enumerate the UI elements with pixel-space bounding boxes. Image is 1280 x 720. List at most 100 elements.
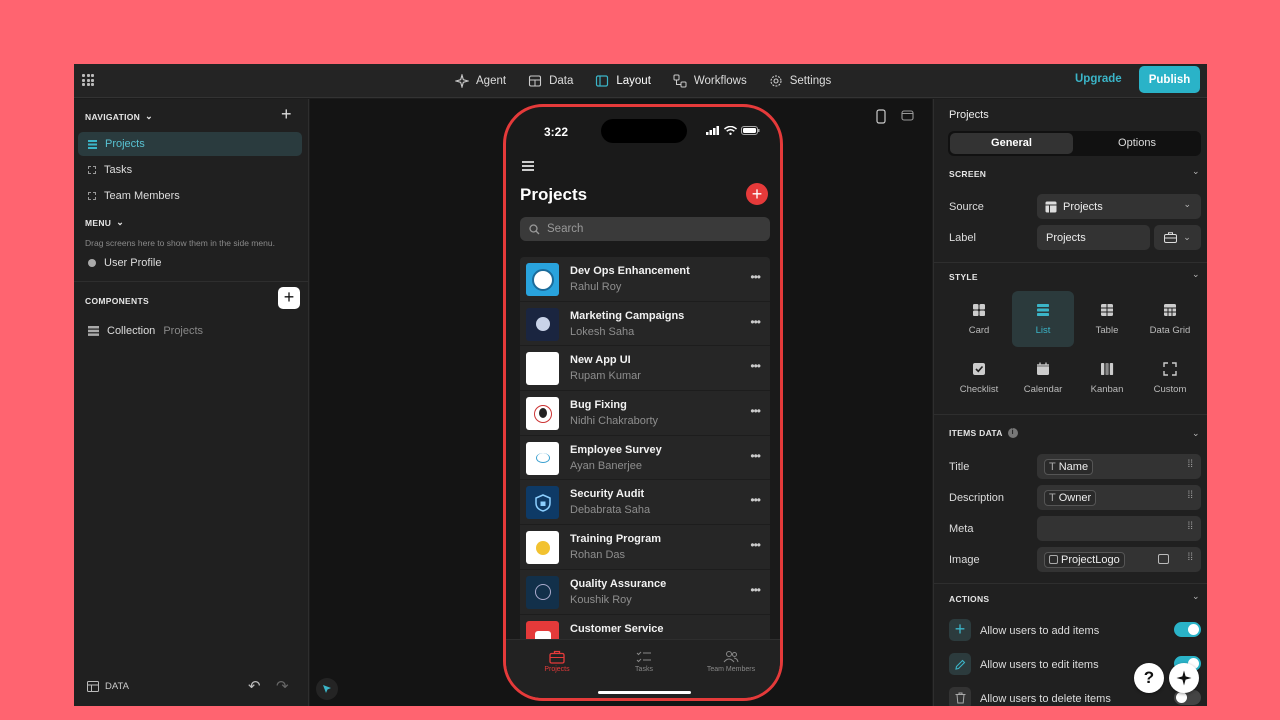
- item-owner: Debabrata Saha: [570, 504, 651, 517]
- nav-item-team-members[interactable]: Team Members: [78, 184, 302, 208]
- list-item[interactable]: Dev Ops Enhancement Rahul Roy •••: [520, 257, 770, 302]
- source-select[interactable]: Projects ⌄: [1037, 194, 1201, 219]
- publish-button[interactable]: Publish: [1139, 66, 1200, 93]
- more-icon[interactable]: •••: [750, 449, 761, 463]
- tab-workflows[interactable]: Workflows: [662, 64, 758, 98]
- help-button[interactable]: ?: [1134, 663, 1164, 693]
- field-chip: T Name: [1044, 458, 1094, 475]
- trash-icon: [955, 692, 965, 704]
- style-kanban[interactable]: Kanban: [1076, 350, 1138, 406]
- component-collection[interactable]: Collection Projects: [78, 319, 302, 343]
- menu-hint: Drag screens here to show them in the si…: [85, 238, 275, 248]
- search-input[interactable]: Search: [520, 217, 770, 241]
- more-icon[interactable]: •••: [750, 315, 761, 329]
- top-bar: Agent Data Layout Workflows Settings Upg…: [74, 64, 1207, 98]
- upgrade-link[interactable]: Upgrade: [1075, 73, 1122, 85]
- mobile-preview-icon[interactable]: [876, 109, 886, 124]
- edit-action-icon: [949, 653, 971, 675]
- style-card[interactable]: Card: [948, 291, 1010, 347]
- nav-item-tasks[interactable]: Tasks: [78, 158, 302, 182]
- project-logo: [526, 263, 559, 296]
- status-time: 3:22: [544, 125, 569, 139]
- users-icon: [723, 651, 739, 663]
- pointer-tool-button[interactable]: [316, 678, 338, 700]
- list-item[interactable]: New App UI Rupam Kumar •••: [520, 346, 770, 392]
- style-checklist[interactable]: Checklist: [948, 350, 1010, 406]
- list-item[interactable]: Bug Fixing Nidhi Chakraborty •••: [520, 391, 770, 436]
- redo-icon[interactable]: ↷: [276, 677, 289, 695]
- more-icon[interactable]: •••: [750, 359, 761, 373]
- tab-label: Agent: [476, 75, 507, 87]
- more-icon[interactable]: •••: [750, 538, 761, 552]
- hamburger-icon[interactable]: [522, 161, 534, 171]
- panel-title: Projects: [949, 109, 989, 121]
- style-list[interactable]: List: [1012, 291, 1074, 347]
- add-project-button[interactable]: +: [746, 183, 768, 205]
- data-button[interactable]: DATA: [87, 681, 129, 692]
- search-icon: [529, 223, 540, 234]
- toggle-add-items[interactable]: [1174, 622, 1201, 637]
- item-title: Bug Fixing: [570, 399, 627, 412]
- menu-header[interactable]: MENU ⌄: [85, 217, 124, 228]
- label-label: Label: [949, 232, 976, 244]
- chevron-down-icon: ⌄: [145, 111, 153, 121]
- item-title: Employee Survey: [570, 443, 662, 456]
- chevron-down-icon[interactable]: ⌄: [1192, 428, 1200, 439]
- drag-handle-icon[interactable]: ⁞⁞: [1187, 490, 1193, 501]
- title-field-select[interactable]: T Name ⁞⁞: [1037, 454, 1201, 479]
- item-title: Security Audit: [570, 488, 645, 501]
- image-field-select[interactable]: ProjectLogo ⁞⁞: [1037, 547, 1201, 572]
- style-calendar[interactable]: Calendar: [1012, 350, 1074, 406]
- segment-general[interactable]: General: [950, 133, 1073, 154]
- undo-icon[interactable]: ↶: [248, 677, 261, 695]
- more-icon[interactable]: •••: [750, 493, 761, 507]
- info-icon[interactable]: i: [1007, 428, 1018, 438]
- table-icon: [1045, 201, 1057, 212]
- add-component-button[interactable]: +: [278, 287, 300, 309]
- tab-layout[interactable]: Layout: [584, 64, 662, 98]
- field-chip: T Owner: [1044, 489, 1097, 506]
- cursor-icon: [323, 685, 331, 693]
- meta-field-select[interactable]: ⁞⁞: [1037, 516, 1201, 541]
- tab-data[interactable]: Data: [517, 64, 584, 98]
- description-field-select[interactable]: T Owner ⁞⁞: [1037, 485, 1201, 510]
- chevron-down-icon: ⌄: [116, 217, 125, 227]
- chevron-down-icon[interactable]: ⌄: [1192, 591, 1200, 602]
- style-data-grid[interactable]: Data Grid: [1139, 291, 1201, 347]
- nav-item-projects[interactable]: Projects: [78, 132, 302, 156]
- list-item[interactable]: Quality Assurance Koushik Roy •••: [520, 570, 770, 615]
- list-item[interactable]: Training Program Rohan Das •••: [520, 525, 770, 570]
- apps-grid-icon[interactable]: [82, 74, 94, 86]
- menu-title: MENU: [85, 217, 112, 228]
- label-icon-select[interactable]: ⌄: [1154, 225, 1201, 250]
- more-icon[interactable]: •••: [750, 404, 761, 418]
- label-input[interactable]: Projects: [1037, 225, 1150, 250]
- main-tabs: Agent Data Layout Workflows Settings: [444, 64, 842, 98]
- style-table[interactable]: Table: [1076, 291, 1138, 347]
- app-window: Agent Data Layout Workflows Settings Upg…: [74, 64, 1207, 706]
- add-navigation-icon[interactable]: +: [281, 104, 292, 125]
- drag-handle-icon[interactable]: ⁞⁞: [1187, 552, 1193, 563]
- desktop-preview-icon[interactable]: [901, 110, 914, 121]
- menu-item-user-profile[interactable]: User Profile: [78, 251, 302, 275]
- list-item[interactable]: Employee Survey Ayan Banerjee •••: [520, 436, 770, 481]
- chevron-down-icon[interactable]: ⌄: [1192, 269, 1200, 280]
- list-item[interactable]: Security Audit Debabrata Saha •••: [520, 480, 770, 526]
- tab-projects[interactable]: Projects: [512, 650, 602, 673]
- more-icon[interactable]: •••: [750, 270, 761, 284]
- ai-assistant-button[interactable]: [1169, 663, 1199, 693]
- list-item[interactable]: Marketing Campaigns Lokesh Saha •••: [520, 302, 770, 347]
- tab-team-members[interactable]: Team Members: [686, 650, 776, 673]
- drag-handle-icon[interactable]: ⁞⁞: [1187, 459, 1193, 470]
- more-icon[interactable]: •••: [750, 583, 761, 597]
- chevron-down-icon[interactable]: ⌄: [1192, 166, 1200, 177]
- battery-icon: [741, 126, 760, 135]
- tab-agent[interactable]: Agent: [444, 64, 517, 98]
- navigation-header[interactable]: NAVIGATION ⌄: [85, 111, 153, 122]
- segment-options[interactable]: Options: [1075, 133, 1199, 154]
- tab-settings[interactable]: Settings: [758, 64, 843, 98]
- tab-tasks[interactable]: Tasks: [599, 650, 689, 673]
- actions-section-title: ACTIONS: [949, 594, 990, 604]
- style-custom[interactable]: Custom: [1139, 350, 1201, 406]
- drag-handle-icon[interactable]: ⁞⁞: [1187, 521, 1193, 532]
